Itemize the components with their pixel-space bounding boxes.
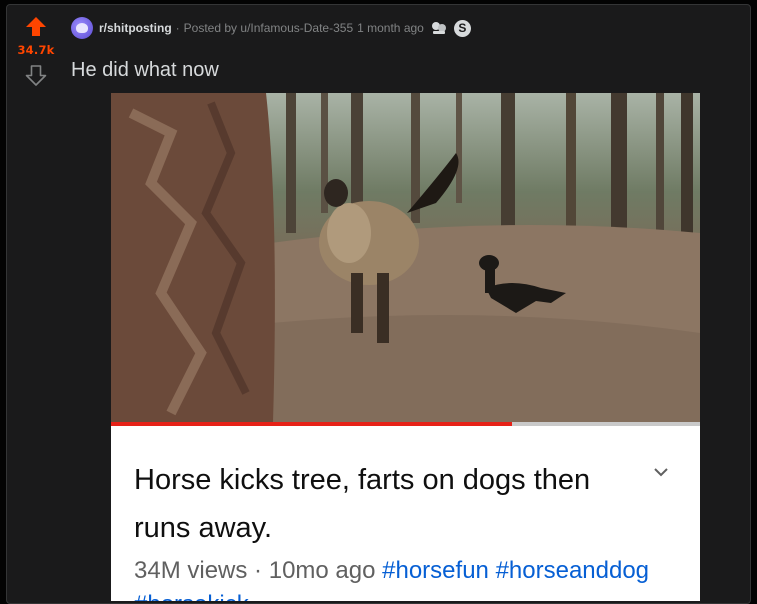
video-views: 34M views [134,557,248,584]
meta-separator: · [175,21,180,35]
username-link[interactable]: u/Infamous-Date-355 [240,21,353,35]
upvote-icon[interactable] [24,15,48,39]
vote-column: 34.7k [7,5,65,603]
post-meta: r/shitposting · Posted by u/Infamous-Dat… [71,17,471,39]
video-scene-image [111,93,700,422]
downvote-icon[interactable] [24,63,48,87]
subreddit-link[interactable]: r/shitposting [99,21,172,35]
coin-icon[interactable]: S [453,19,471,37]
posted-by-label: Posted by [183,21,238,35]
video-age: 10mo ago [268,557,376,584]
vote-score: 34.7k [17,43,55,57]
post-time: 1 month ago [357,21,424,35]
subreddit-avatar[interactable] [71,17,93,39]
video-meta-separator: · [254,557,263,584]
chevron-down-icon[interactable] [651,462,671,482]
award-icon[interactable] [430,19,448,37]
hashtag-link[interactable]: #horsekick [134,591,249,601]
post-card: 34.7k r/shitposting · Posted by u/Infamo… [6,4,751,604]
hashtag-link[interactable]: #horseanddog [496,557,649,584]
video-info-panel: Horse kicks tree, farts on dogs then run… [111,426,700,601]
hashtag-link[interactable]: #horsefun [382,557,489,584]
post-title[interactable]: He did what now [71,59,219,82]
post-media[interactable]: Horse kicks tree, farts on dogs then run… [111,93,700,601]
video-title: Horse kicks tree, farts on dogs then run… [134,464,591,544]
video-meta: 34M views · 10mo ago #horsefun #horseand… [134,554,694,601]
video-frame [111,93,700,422]
